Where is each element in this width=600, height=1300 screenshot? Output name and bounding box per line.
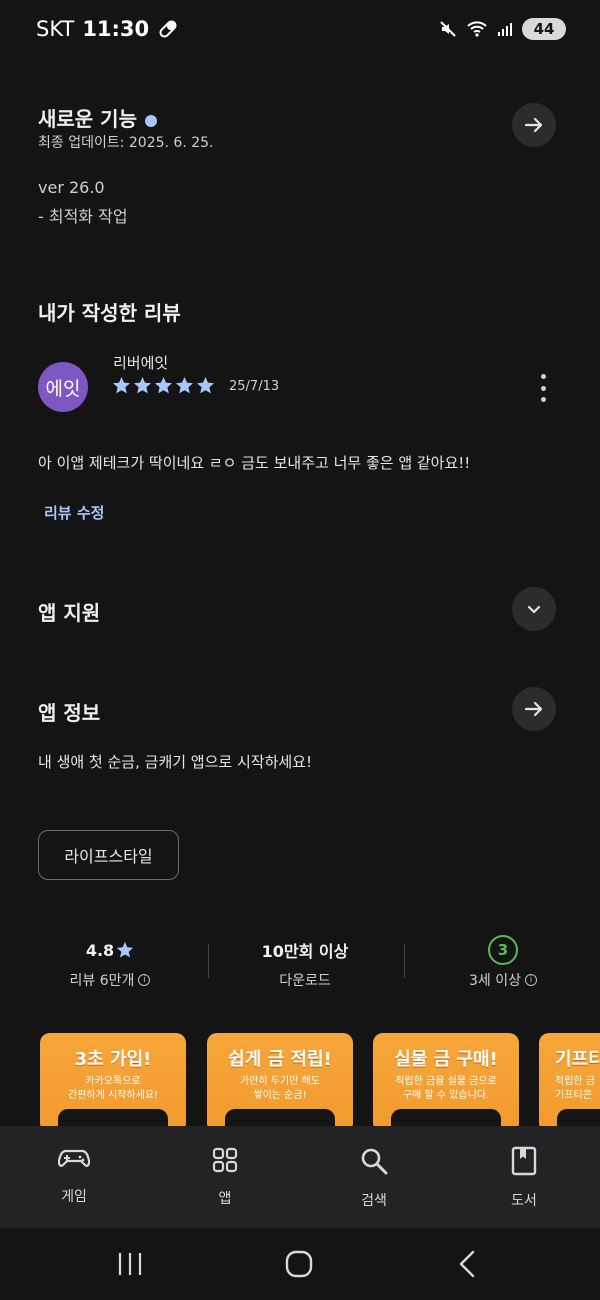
rating-label: 리뷰 6만개	[69, 973, 135, 989]
nav-label-books: 도서	[511, 1193, 537, 1209]
screenshot-card[interactable]: 기프티 적립한 금 기프티콘	[539, 1033, 600, 1133]
screenshot-desc: 카카오톡으로 간편하게 시작하세요!	[68, 1076, 158, 1101]
bottom-navigation: 게임 앱 검색 도서	[0, 1126, 600, 1228]
nav-item-search[interactable]: 검색	[329, 1146, 419, 1210]
system-navigation-bar	[0, 1228, 600, 1300]
pill-icon	[159, 20, 177, 38]
star-icon	[133, 376, 152, 394]
nav-label-games: 게임	[61, 1189, 87, 1205]
nav-item-books[interactable]: 도서	[479, 1146, 569, 1210]
app-detail-page: SKT 11:30 44 새로운 기능 최종 업데이트: 2025. 6. 25…	[0, 0, 600, 1300]
app-info-title: 앱 정보	[38, 701, 101, 725]
nav-label-apps: 앱	[218, 1191, 232, 1207]
info-icon[interactable]: i	[525, 974, 537, 986]
wifi-icon	[467, 21, 487, 37]
star-rating	[112, 376, 215, 395]
downloads-value: 10만회 이상	[261, 942, 349, 961]
signal-icon	[498, 23, 512, 36]
back-icon[interactable]	[455, 1249, 479, 1279]
status-right: 44	[439, 18, 566, 40]
dot-icon	[540, 385, 546, 391]
search-icon	[361, 1148, 388, 1175]
mute-icon	[440, 21, 456, 37]
reviewer-name: 리버에잇	[113, 354, 169, 372]
update-note-text: - 최적화 작업	[38, 207, 128, 226]
downloads-stat: 10만회 이상 다운로드	[235, 936, 375, 990]
info-icon[interactable]: i	[138, 974, 151, 986]
screenshot-title: 3초 가입!	[74, 1049, 152, 1070]
whats-new-label: 새로운 기능	[38, 107, 137, 131]
battery-level: 44	[533, 20, 555, 38]
rating-label-row: 리뷰 6만개 i	[40, 970, 180, 990]
status-bar: SKT 11:30 44	[0, 0, 600, 60]
gamepad-icon	[57, 1149, 91, 1167]
screenshot-card[interactable]: 3초 가입! 카카오톡으로 간편하게 시작하세요!	[40, 1033, 186, 1133]
app-info-arrow-button[interactable]	[512, 687, 556, 731]
new-dot-indicator	[144, 114, 157, 127]
chevron-down-icon	[527, 605, 541, 614]
arrow-right-icon	[524, 117, 543, 133]
screenshot-title: 기프티	[555, 1049, 600, 1070]
rating-stat: 4.8 리뷰 6만개 i	[40, 936, 180, 990]
screenshot-desc: 적립한 금을 실물 금으로 구매 할 수 있습니다.	[395, 1076, 497, 1101]
category-chip-label: 라이프스타일	[64, 847, 153, 866]
app-description: 내 생애 첫 순금, 금캐기 앱으로 시작하세요!	[38, 753, 312, 771]
carrier-label: SKT	[36, 17, 75, 41]
avatar-text: 에잇	[45, 377, 81, 400]
home-icon[interactable]	[284, 1249, 314, 1279]
star-icon	[117, 941, 134, 958]
age-rating-badge: 3	[488, 935, 518, 965]
status-left: SKT 11:30	[36, 17, 179, 41]
edit-review-link[interactable]: 리뷰 수정	[44, 502, 104, 523]
arrow-right-icon	[524, 701, 543, 717]
nav-item-games[interactable]: 게임	[29, 1146, 119, 1206]
clock: 11:30	[82, 17, 150, 41]
age-label-row: 3세 이상 i	[433, 970, 573, 990]
app-support-title: 앱 지원	[38, 601, 101, 625]
review-text: 아 이앱 제테크가 딱이네요 ㄹㅇ 금도 보내주고 너무 좋은 앱 같아요!!	[38, 454, 471, 472]
star-icon	[175, 376, 194, 394]
nav-label-search: 검색	[361, 1193, 387, 1209]
screenshot-card[interactable]: 쉽게 금 적립! 가만히 두기만 해도 쌓이는 순금!	[207, 1033, 353, 1133]
whats-new-title: 새로운 기능	[38, 103, 157, 132]
age-rating-label: 3세 이상	[469, 973, 521, 989]
category-chip[interactable]: 라이프스타일	[38, 830, 179, 880]
battery-indicator: 44	[522, 18, 566, 40]
last-updated-text: 최종 업데이트: 2025. 6. 25.	[38, 135, 214, 151]
dot-icon	[540, 397, 546, 402]
book-icon	[511, 1146, 537, 1176]
recent-apps-icon[interactable]	[115, 1250, 145, 1278]
screenshot-title: 쉽게 금 적립!	[228, 1049, 332, 1070]
star-icon	[196, 376, 215, 394]
stat-divider	[404, 944, 405, 978]
avatar: 에잇	[38, 362, 88, 412]
stat-divider	[208, 944, 209, 978]
screenshot-title: 실물 금 구매!	[394, 1049, 498, 1070]
apps-grid-icon	[212, 1147, 238, 1173]
my-review-title: 내가 작성한 리뷰	[38, 301, 181, 325]
rating-value: 4.8	[85, 940, 115, 960]
version-text: ver 26.0	[38, 178, 105, 197]
downloads-label: 다운로드	[279, 973, 331, 989]
age-value-row: 3	[433, 935, 573, 965]
screenshot-desc: 적립한 금 기프티콘	[555, 1076, 595, 1101]
screenshot-card[interactable]: 실물 금 구매! 적립한 금을 실물 금으로 구매 할 수 있습니다.	[373, 1033, 519, 1133]
age-rating-stat: 3 3세 이상 i	[433, 935, 573, 990]
rating-value-row: 4.8	[40, 936, 180, 964]
app-support-expand-button[interactable]	[512, 587, 556, 631]
star-icon	[154, 376, 173, 394]
dot-icon	[540, 374, 546, 379]
review-more-options-button[interactable]	[532, 374, 554, 402]
screenshot-desc: 가만히 두기만 해도 쌓이는 순금!	[240, 1076, 320, 1101]
whats-new-arrow-button[interactable]	[512, 103, 556, 147]
nav-item-apps[interactable]: 앱	[180, 1146, 270, 1208]
review-date: 25/7/13	[229, 379, 280, 394]
star-icon	[112, 376, 131, 394]
